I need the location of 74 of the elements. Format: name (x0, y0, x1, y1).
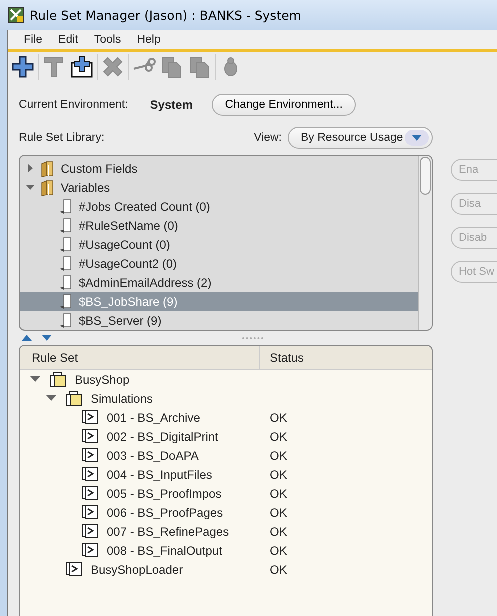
status-cell: OK (270, 544, 288, 558)
script-icon (82, 410, 99, 425)
environment-value: System (150, 98, 194, 112)
status-cell: OK (270, 448, 288, 462)
environment-label: Current Environment: (19, 99, 128, 111)
library-tree-item[interactable]: #UsageCount2 (0) (20, 254, 418, 273)
status-cell: OK (270, 486, 288, 500)
library-tree-item[interactable]: #RuleSetName (0) (20, 216, 418, 235)
splitter-grip-icon[interactable] (242, 336, 264, 340)
column-header[interactable]: Rule Set (20, 346, 260, 369)
library-tree-item[interactable]: Custom Fields (20, 159, 418, 178)
library-tree-item[interactable]: #UsageCount (0) (20, 235, 418, 254)
add-button[interactable] (10, 54, 36, 80)
window-title: Rule Set Manager (Jason) : BANKS - System (30, 8, 302, 22)
expanded-triangle-icon[interactable] (30, 376, 41, 383)
status-cell: OK (270, 468, 288, 482)
change-environment-button[interactable]: Change Environment... (212, 94, 356, 116)
rule-set-name[interactable]: 008 - BS_FinalOutput (107, 544, 222, 558)
script-icon (82, 448, 99, 463)
script-icon (82, 543, 99, 558)
page-icon (59, 198, 73, 214)
folder-icon (50, 372, 67, 388)
status-cell: OK (270, 506, 288, 520)
library-label: Rule Set Library: (19, 132, 105, 144)
rule-set-name[interactable]: 004 - BS_InputFiles (107, 468, 212, 482)
folder-icon (66, 390, 83, 406)
library-tree-item[interactable]: Variables (20, 178, 418, 197)
script-icon (82, 429, 99, 444)
script-icon (82, 505, 99, 520)
menu-item[interactable]: Help (129, 34, 169, 46)
column-header[interactable]: Status (260, 346, 304, 369)
status-cell: OK (270, 430, 288, 444)
book-folder-icon (41, 160, 55, 176)
script-icon (82, 524, 99, 539)
view-dropdown[interactable]: By Resource Usage (288, 127, 433, 149)
page-icon (59, 294, 73, 310)
script-icon (82, 467, 99, 482)
rule-set-name[interactable]: 002 - BS_DigitalPrint (107, 430, 218, 444)
dropdown-arrow-icon (412, 135, 422, 141)
expanded-triangle-icon[interactable] (26, 183, 35, 192)
page-icon (59, 312, 73, 328)
status-cell: OK (270, 524, 288, 538)
move-down-icon[interactable] (42, 335, 52, 341)
rule-set-name[interactable]: 006 - BS_ProofPages (107, 506, 224, 520)
rule-set-name[interactable]: BusyShop (75, 372, 130, 386)
app-icon (8, 7, 24, 23)
rule-set-name[interactable]: BusyShopLoader (91, 562, 184, 576)
view-label: View: (254, 132, 282, 144)
rule-set-name[interactable]: Simulations (91, 392, 154, 406)
page-icon (59, 236, 73, 252)
rule-set-name[interactable]: 005 - BS_ProofImpos (107, 486, 222, 500)
library-tree-item[interactable]: $BS_Server (9) (20, 311, 418, 330)
menu-item[interactable]: Edit (50, 34, 86, 46)
status-cell: OK (270, 562, 288, 576)
book-folder-icon (41, 180, 55, 196)
rule-set-name[interactable]: 007 - BS_RefinePages (107, 524, 230, 538)
menu-item[interactable]: File (16, 34, 51, 46)
page-icon (59, 218, 73, 234)
rule-set-name[interactable]: 003 - BS_DoAPA (107, 448, 199, 462)
menu-item[interactable]: Tools (86, 34, 130, 46)
expanded-triangle-icon[interactable] (46, 395, 57, 402)
scrollbar-thumb[interactable] (420, 157, 431, 195)
scrollbar[interactable] (418, 156, 432, 330)
library-tree-item[interactable]: $AdminEmailAddress (2) (20, 273, 418, 292)
page-icon (59, 256, 73, 272)
rule-set-name[interactable]: 001 - BS_Archive (107, 410, 200, 424)
move-up-icon[interactable] (22, 335, 32, 341)
script-icon (82, 486, 99, 501)
status-cell: OK (270, 410, 288, 424)
collapsed-triangle-icon[interactable] (26, 164, 35, 173)
add-box-button[interactable] (69, 54, 95, 80)
script-icon (66, 562, 83, 577)
page-icon (59, 274, 73, 290)
library-tree-item[interactable]: #Jobs Created Count (0) (20, 197, 418, 216)
